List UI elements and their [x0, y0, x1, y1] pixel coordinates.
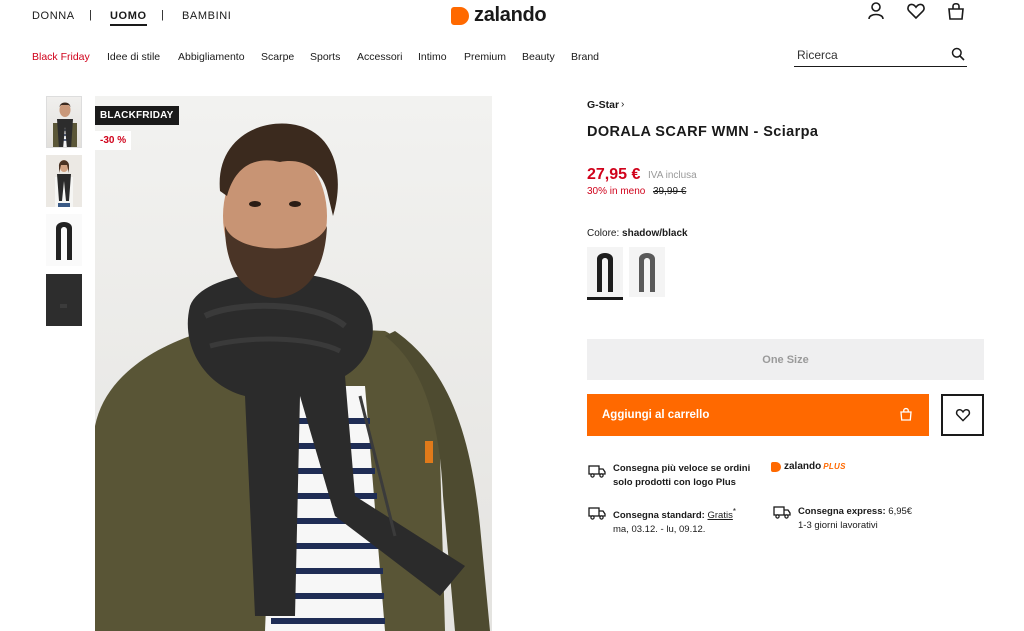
discount-text: 30% in meno — [587, 186, 646, 197]
model-female-image — [55, 160, 73, 207]
shopping-bag-icon — [900, 407, 912, 421]
standard-delivery-footnote-mark: * — [732, 507, 736, 516]
nav-premium[interactable]: Premium — [464, 51, 506, 63]
search-input[interactable] — [794, 44, 944, 66]
thumbnail-4[interactable] — [46, 274, 82, 326]
thumbnail-3[interactable] — [46, 214, 82, 266]
fabric-detail-image — [46, 274, 82, 326]
thumbnail-2[interactable] — [46, 155, 82, 207]
nav-brand[interactable]: Brand — [571, 51, 599, 63]
vat-note: IVA inclusa — [648, 170, 697, 181]
product-title: DORALA SCARF WMN - Sciarpa — [587, 124, 819, 140]
standard-delivery-dates: ma, 03.12. - lu, 09.12. — [613, 524, 706, 536]
zalando-logo-mark — [451, 6, 469, 25]
gender-tab-uomo[interactable]: UOMO — [110, 10, 147, 26]
user-icon[interactable] — [866, 1, 886, 21]
fast-delivery-line2: solo prodotti con logo Plus — [613, 477, 736, 488]
express-delivery-price: 6,95€ — [888, 506, 913, 517]
add-to-cart-label: Aggiungi al carrello — [602, 409, 710, 421]
current-price: 27,95 € — [587, 166, 641, 183]
color-label: Colore: — [587, 228, 620, 239]
color-swatch-shadow-black[interactable] — [587, 247, 623, 300]
size-selector[interactable]: One Size — [587, 339, 984, 380]
heart-icon[interactable] — [906, 1, 926, 21]
header: DONNA | UOMO | BAMBINI zalando Black Fri… — [0, 0, 1024, 78]
fast-delivery-line1: Consegna più veloce se ordini — [613, 463, 751, 474]
gender-tab-bambini[interactable]: BAMBINI — [182, 10, 231, 22]
search-icon[interactable] — [951, 47, 965, 61]
model-front-image — [53, 102, 77, 147]
express-delivery-days: 1-3 giorni lavorativi — [798, 520, 878, 531]
heart-icon — [955, 409, 971, 422]
fast-delivery-text: Consegna più veloce se ordini solo prodo… — [613, 462, 750, 490]
nav-black-friday[interactable]: Black Friday — [32, 51, 90, 63]
scarf-grey-swatch-image — [639, 253, 655, 292]
plus-logo-suffix: PLUS — [823, 462, 846, 471]
express-delivery-label: Consegna express: — [798, 506, 886, 517]
zalando-plus-logo: zalando PLUS — [771, 461, 846, 472]
zalando-plus-logo-mark — [771, 461, 781, 472]
color-label-row: Colore: shadow/black — [587, 228, 688, 239]
add-to-wishlist-button[interactable] — [941, 394, 984, 436]
nav-intimo[interactable]: Intimo — [418, 51, 447, 63]
blackfriday-badge: BLACKFRIDAY — [95, 106, 179, 125]
chevron-right-icon: › — [621, 99, 625, 110]
scarf-black-swatch-image — [597, 253, 613, 292]
standard-delivery-label: Consegna standard: — [613, 510, 705, 522]
model-wearing-scarf-image — [95, 96, 492, 631]
bag-icon[interactable] — [946, 1, 966, 21]
nav-abbigliamento[interactable]: Abbigliamento — [178, 51, 245, 63]
gender-separator: | — [161, 9, 164, 21]
main-product-image[interactable] — [95, 96, 492, 631]
color-value: shadow/black — [622, 228, 688, 239]
search-bar — [794, 44, 967, 67]
nav-sports[interactable]: Sports — [310, 51, 340, 63]
brand-link[interactable]: G-Star — [587, 99, 619, 111]
nav-accessori[interactable]: Accessori — [357, 51, 403, 63]
standard-delivery-text: Consegna standard: Gratis* ma, 03.12. - … — [613, 505, 736, 537]
scarf-product-image — [56, 222, 72, 260]
nav-scarpe[interactable]: Scarpe — [261, 51, 294, 63]
express-truck-icon — [773, 506, 791, 519]
truck-icon — [588, 507, 606, 520]
zalando-plus-logo-text: zalando — [784, 461, 822, 472]
add-to-cart-button[interactable]: Aggiungi al carrello — [587, 394, 929, 436]
zalando-logo-text: zalando — [474, 4, 547, 26]
fast-truck-icon — [588, 465, 606, 478]
discount-badge: -30 % — [95, 131, 132, 150]
thumbnail-1[interactable] — [46, 96, 82, 148]
nav-idee-di-stile[interactable]: Idee di stile — [107, 51, 160, 63]
original-price: 39,99 € — [653, 186, 687, 197]
zalando-logo[interactable]: zalando — [451, 4, 547, 27]
gender-tab-donna[interactable]: DONNA — [32, 10, 75, 22]
nav-beauty[interactable]: Beauty — [522, 51, 555, 63]
color-swatch-grey[interactable] — [629, 247, 665, 297]
gender-separator: | — [89, 9, 92, 21]
standard-delivery-price-link[interactable]: Gratis — [708, 510, 733, 521]
express-delivery-text: Consegna express: 6,95€ 1-3 giorni lavor… — [798, 505, 912, 533]
